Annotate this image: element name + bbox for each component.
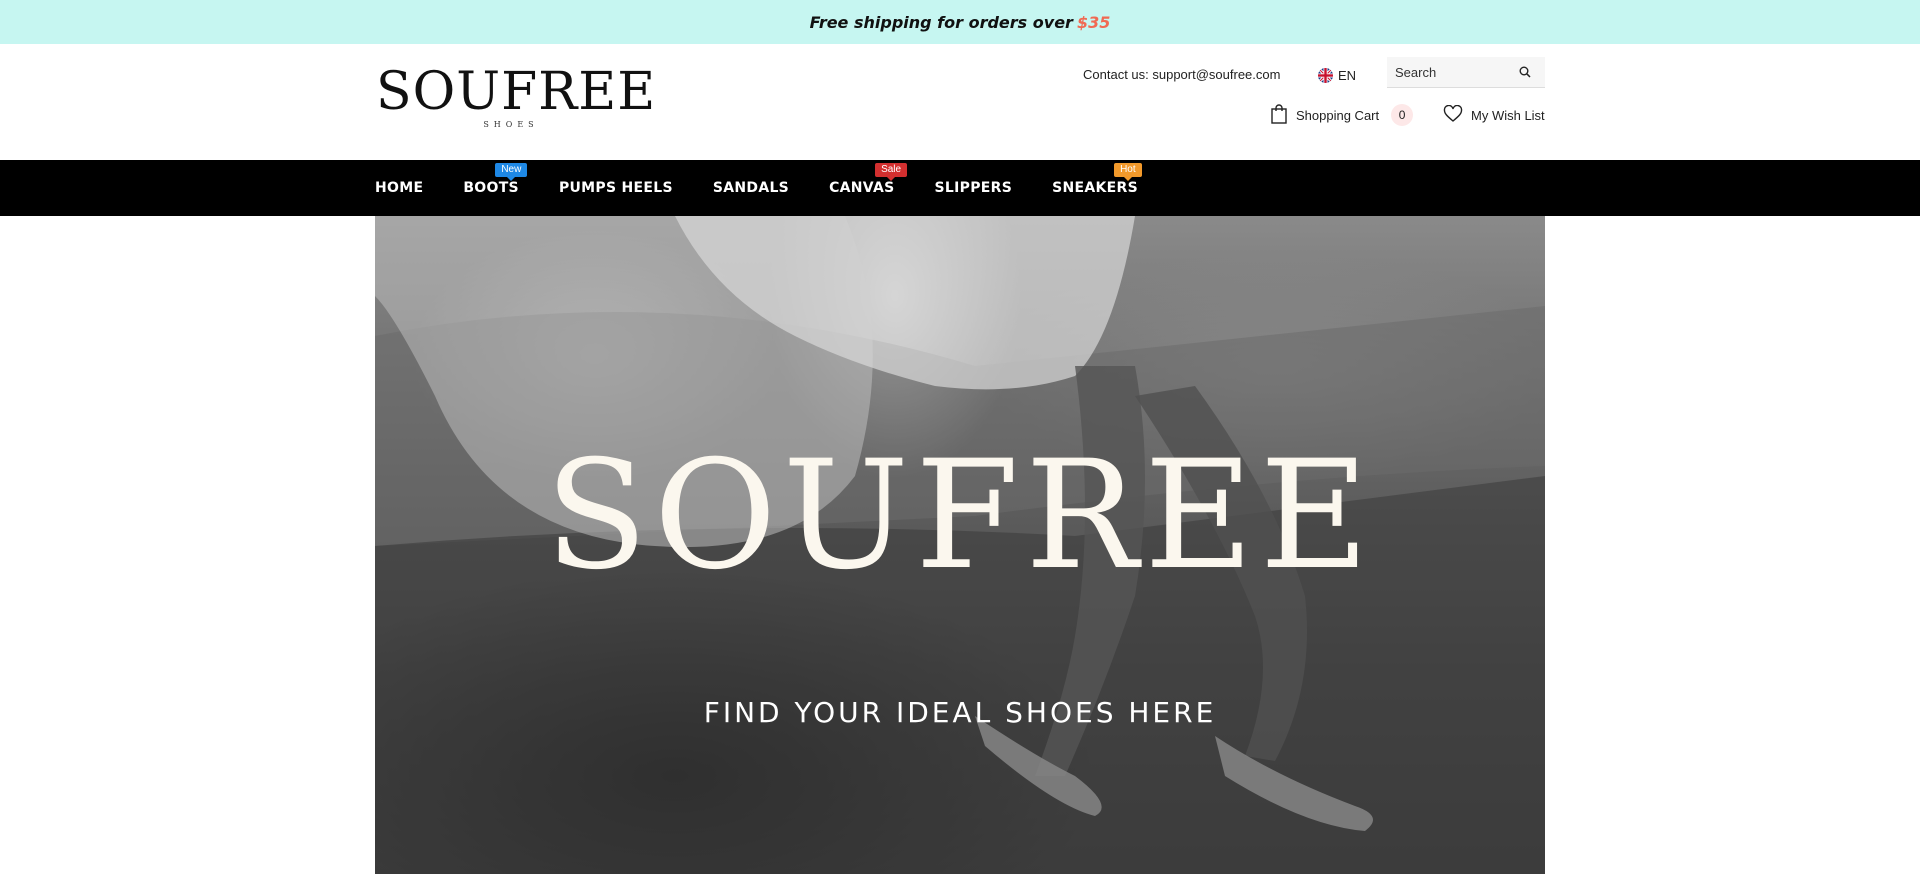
announcement-bar: Free shipping for orders over $35	[0, 0, 1920, 44]
language-label: EN	[1338, 67, 1357, 83]
language-selector[interactable]: EN	[1318, 65, 1356, 85]
search-icon[interactable]	[1513, 60, 1537, 84]
nav-item-pumps-heels[interactable]: PUMPS HEELS	[559, 160, 673, 216]
nav-item-sandals[interactable]: SANDALS	[713, 160, 789, 216]
nav-item-slippers[interactable]: SLIPPERS	[935, 160, 1013, 216]
shopping-bag-icon	[1270, 103, 1288, 127]
heart-icon	[1443, 104, 1463, 126]
announcement-text: Free shipping for orders over	[809, 12, 1073, 32]
nav-item-canvas[interactable]: CANVAS Sale	[829, 160, 908, 216]
nav-item-label: SANDALS	[712, 180, 790, 196]
nav-item-label: HOME	[375, 180, 424, 196]
site-header: SOUFREE SHOES Contact us: support@soufre…	[0, 44, 1920, 160]
nav-item-label: SLIPPERS	[934, 180, 1013, 196]
hero-title: SOUFREE	[544, 429, 1376, 603]
nav-item-label: SNEAKERS	[1052, 180, 1138, 196]
site-logo[interactable]: SOUFREE SHOES	[376, 62, 657, 138]
nav-item-home[interactable]: HOME	[375, 160, 423, 216]
cart-count-badge: 0	[1391, 104, 1414, 126]
uk-flag-icon	[1318, 67, 1333, 83]
shopping-cart-link[interactable]: Shopping Cart 0	[1270, 102, 1414, 128]
hero-banner[interactable]: SOUFREE FIND YOUR IDEAL SHOES HERE	[375, 216, 1545, 874]
main-navigation: HOME BOOTS New PUMPS HEELS SANDALS CANVA…	[0, 160, 1920, 216]
wishlist-label: My Wish List	[1471, 107, 1545, 123]
logo-wordmark: SOUFREE	[376, 62, 657, 122]
wishlist-link[interactable]: My Wish List	[1443, 102, 1545, 128]
free-shipping-threshold: $35	[1076, 12, 1111, 32]
nav-item-sneakers[interactable]: SNEAKERS Hot	[1052, 160, 1142, 216]
hero-subtitle: FIND YOUR IDEAL SHOES HERE	[703, 696, 1217, 729]
nav-item-boots[interactable]: BOOTS New	[463, 160, 528, 216]
search-input[interactable]	[1387, 58, 1513, 86]
contact-info: Contact us: support@soufree.com	[1083, 67, 1281, 82]
nav-item-label: CANVAS	[829, 180, 895, 196]
search-box	[1387, 57, 1545, 88]
logo-tagline: SHOES	[483, 120, 539, 129]
hot-badge: Hot	[1114, 163, 1142, 181]
cart-label: Shopping Cart	[1296, 107, 1380, 123]
new-badge: New	[495, 163, 528, 181]
sale-badge: Sale	[875, 163, 908, 181]
nav-item-label: PUMPS HEELS	[558, 180, 673, 196]
nav-item-label: BOOTS	[463, 180, 519, 196]
